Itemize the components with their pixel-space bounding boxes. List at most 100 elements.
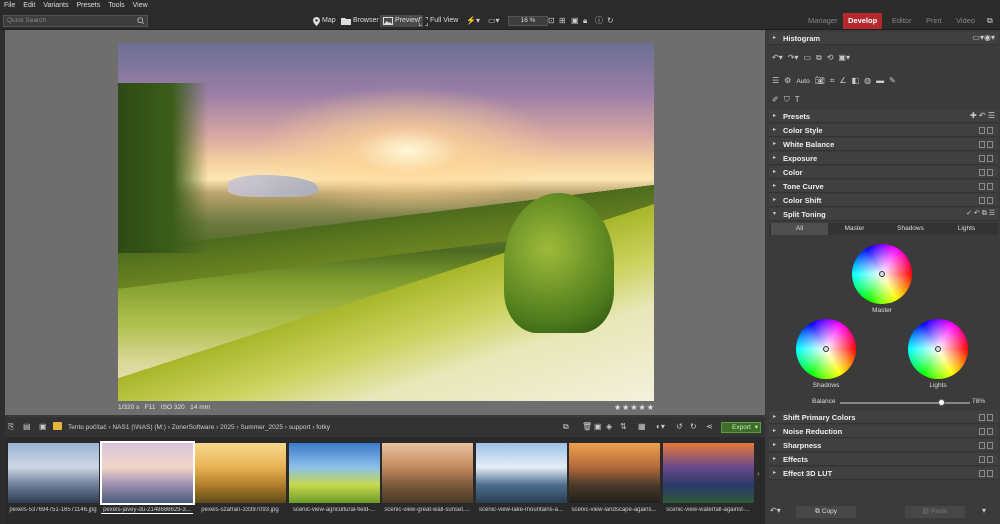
menu-view[interactable]: View xyxy=(129,0,152,12)
share-icon[interactable]: ⧉ xyxy=(987,15,993,27)
split-toning-section[interactable]: ▾ Split Toning ✓ ↶ ⧉ ☰ xyxy=(769,208,998,221)
section-menu-icon[interactable] xyxy=(987,197,993,204)
preset-actions[interactable]: ✚ ↶ ☰ xyxy=(970,111,995,121)
section-tone-curve[interactable]: ▸ Tone Curve xyxy=(769,180,998,193)
camera-icon[interactable]: 📷︎ xyxy=(815,76,825,86)
section-menu-icon[interactable] xyxy=(987,470,993,477)
thumbnail-label[interactable]: scenic-view-landscape-agains... xyxy=(568,507,660,513)
tab-all[interactable]: All xyxy=(771,223,828,235)
section-actions[interactable] xyxy=(979,155,995,162)
section-actions[interactable] xyxy=(979,428,995,435)
info-overlay-icon[interactable]: ⓘ xyxy=(595,15,603,27)
zoom-100-icon[interactable]: ▣ xyxy=(571,15,579,27)
filter-icon[interactable]: ◐▾ xyxy=(656,421,665,433)
mask-icon[interactable]: ▬ xyxy=(876,76,884,86)
zoom-field[interactable]: 16 % xyxy=(508,16,548,26)
lock-icon[interactable]: 🔒︎ xyxy=(583,15,587,27)
section-actions[interactable] xyxy=(979,169,995,176)
undo-icon[interactable]: ↶▾ xyxy=(772,53,783,65)
section-actions[interactable] xyxy=(979,141,995,148)
thumbnail[interactable] xyxy=(663,443,754,503)
section-menu-icon[interactable] xyxy=(987,155,993,162)
section-menu-icon[interactable] xyxy=(987,442,993,449)
filmstrip-scroll-right[interactable]: › xyxy=(757,462,765,486)
menu-tools[interactable]: Tools xyxy=(104,0,128,12)
redo-icon[interactable]: ↷▾ xyxy=(788,53,799,65)
menu-presets[interactable]: Presets xyxy=(73,0,105,12)
rotate-left-icon[interactable]: ↺ xyxy=(676,421,683,433)
shadows-color-wheel[interactable] xyxy=(796,319,856,379)
zoom-fit-icon[interactable]: ⊡ xyxy=(548,15,555,27)
folder-nav-icon[interactable]: ▣ xyxy=(39,421,47,433)
thumbnail[interactable] xyxy=(382,443,473,503)
save-icon[interactable]: ▣▾ xyxy=(838,53,850,65)
panel-options-icon[interactable]: ▾ xyxy=(982,506,986,516)
menu-edit[interactable]: Edit xyxy=(19,0,39,12)
zoom-fill-icon[interactable]: ⊞ xyxy=(559,15,566,27)
balance-slider[interactable] xyxy=(840,402,970,404)
shield-icon[interactable]: ⛉ xyxy=(784,95,790,107)
crumb-4[interactable]: Summer_2025 xyxy=(240,424,283,431)
lights-wheel-handle[interactable] xyxy=(935,346,941,352)
adjustments-icon[interactable]: ☰ xyxy=(772,76,779,86)
histogram-mode-icon[interactable]: ◉▾ xyxy=(984,33,995,43)
histogram-options-icon[interactable]: ▭▾ xyxy=(972,33,984,43)
compare-view-icon[interactable]: ▭ xyxy=(803,53,811,65)
crop-tool-icon[interactable]: ⌗ xyxy=(830,76,835,86)
section-color-style[interactable]: ▸ Color Style xyxy=(769,124,998,137)
brush-icon[interactable]: ✎ xyxy=(889,76,896,86)
map-button[interactable]: Map xyxy=(313,15,336,27)
thumbnail[interactable] xyxy=(476,443,567,503)
histogram-section[interactable]: ▸ Histogram ▭▾ ◉▾ xyxy=(769,32,998,45)
section-exposure[interactable]: ▸ Exposure xyxy=(769,152,998,165)
sort-icon[interactable]: ⇅ xyxy=(620,421,627,433)
thumbnail-label[interactable]: scenic-view-agricultural-field-... xyxy=(288,507,380,513)
flash-icon[interactable]: ⚡▾ xyxy=(466,15,480,27)
module-video[interactable]: Video xyxy=(951,13,980,29)
rotate-right-icon[interactable]: ↻ xyxy=(690,421,697,433)
module-manager[interactable]: Manager xyxy=(803,13,843,29)
copy-settings-icon[interactable] xyxy=(979,141,985,148)
section-menu-icon[interactable] xyxy=(987,141,993,148)
thumbnail-label[interactable]: pexels-javey-du-2148686629-3... xyxy=(101,507,193,514)
crumb-5[interactable]: support xyxy=(289,424,311,431)
crumb-1[interactable]: NAS1 (\\NAS) (M:) xyxy=(112,424,165,431)
straighten-icon[interactable]: ∠ xyxy=(839,76,846,86)
tab-lights[interactable]: Lights xyxy=(938,223,995,235)
gradient-icon[interactable]: ◧ xyxy=(852,76,860,86)
copy-settings-icon[interactable] xyxy=(979,456,985,463)
thumbnail-label[interactable]: scenic-view-waterfall-against-... xyxy=(662,507,754,513)
export-button[interactable]: Export ▾ xyxy=(721,422,761,433)
view-icon[interactable]: ▤ xyxy=(23,421,31,433)
section-menu-icon[interactable] xyxy=(987,127,993,134)
layout-icon[interactable]: ▦ xyxy=(638,421,646,433)
copy-button[interactable]: ⧉ Copy xyxy=(796,506,856,518)
compare-icon[interactable]: ▭▾ xyxy=(488,15,500,27)
master-wheel-handle[interactable] xyxy=(879,271,885,277)
module-develop[interactable]: Develop xyxy=(843,13,883,29)
copy-settings-icon[interactable] xyxy=(979,428,985,435)
crop-icon[interactable]: ⧉ xyxy=(816,53,822,65)
auto-label[interactable]: Auto xyxy=(796,78,809,85)
section-menu-icon[interactable] xyxy=(987,456,993,463)
auto-icon[interactable]: ⚙ xyxy=(784,76,791,86)
section-actions[interactable] xyxy=(979,442,995,449)
section-color[interactable]: ▸ Color xyxy=(769,166,998,179)
balance-slider-handle[interactable] xyxy=(937,399,945,406)
section-menu-icon[interactable] xyxy=(987,169,993,176)
import-icon[interactable]: ⎘ xyxy=(8,421,14,433)
section-actions[interactable] xyxy=(979,197,995,204)
delete-icon[interactable]: 🗑︎ xyxy=(582,421,592,433)
section-sharpness[interactable]: ▸ Sharpness xyxy=(769,439,998,452)
master-color-wheel[interactable] xyxy=(852,244,912,304)
reset-icon[interactable]: ⟲ xyxy=(827,53,834,65)
crumb-2[interactable]: ZonerSoftware xyxy=(172,424,215,431)
thumbnail[interactable] xyxy=(100,441,195,505)
section-white-balance[interactable]: ▸ White Balance xyxy=(769,138,998,151)
copy-settings-icon[interactable] xyxy=(979,169,985,176)
split-toning-actions[interactable]: ✓ ↶ ⧉ ☰ xyxy=(966,209,995,219)
copy-settings-icon[interactable] xyxy=(979,127,985,134)
section-actions[interactable] xyxy=(979,127,995,134)
search-icon[interactable] xyxy=(137,17,145,25)
section-actions[interactable] xyxy=(979,456,995,463)
